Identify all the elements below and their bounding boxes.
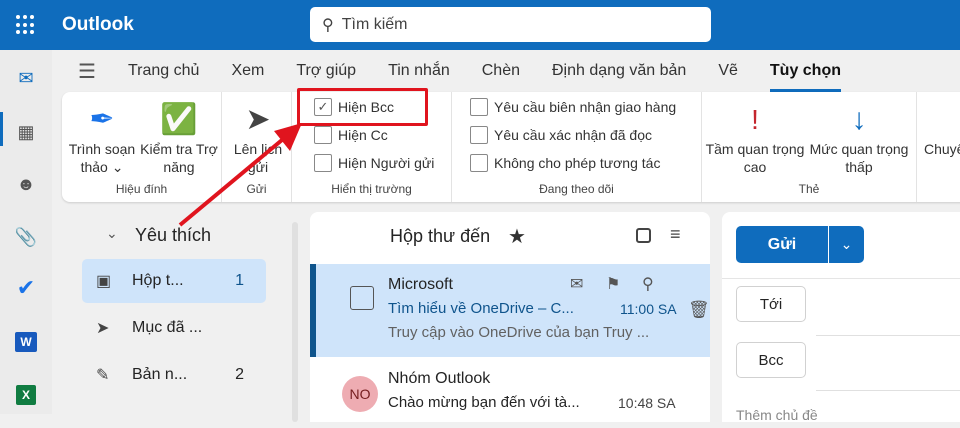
to-input[interactable]	[816, 335, 960, 336]
app-title: Outlook	[62, 14, 134, 35]
group-label: Thẻ	[798, 182, 820, 196]
time: 10:48 SA	[618, 395, 676, 411]
search-input[interactable]: ⚲ Tìm kiếm	[310, 7, 711, 42]
folder-inbox[interactable]: ▣ Hộp t... 1	[82, 259, 266, 303]
app-rail: ✉ ▦ ☻ 📎 ✔ W X	[0, 50, 52, 414]
tab-insert[interactable]: Chèn	[466, 62, 536, 80]
group-label: Hiển thị trường	[331, 182, 412, 196]
folder-scrollbar[interactable]	[290, 212, 300, 422]
group-label: Đang theo dõi	[539, 182, 614, 196]
people-icon[interactable]: ☻	[14, 172, 38, 196]
compose-pane: Gửi ⌄ Tới Bcc Thêm chủ đề	[722, 212, 960, 423]
to-button[interactable]: Tới	[736, 286, 806, 322]
editor-label-2: thảo ⌄	[80, 159, 124, 175]
select-mode-icon[interactable]	[636, 228, 651, 243]
subject: Tìm hiểu về OneDrive – C...	[388, 300, 574, 317]
unread-count: 1	[235, 272, 244, 289]
tab-home[interactable]: Trang chủ	[112, 62, 215, 80]
delete-icon[interactable]: 🗑	[688, 300, 710, 320]
show-cc-checkbox[interactable]: Hiện Cc	[314, 126, 388, 144]
message-checkbox[interactable]	[350, 286, 374, 310]
excel-icon[interactable]: X	[14, 383, 38, 407]
high-label-2: cao	[743, 159, 767, 175]
checkbox-label: Hiện Cc	[338, 127, 388, 143]
sender: Microsoft	[388, 276, 453, 293]
tab-view[interactable]: Xem	[215, 62, 280, 80]
low-label: Mức quan trọng	[809, 141, 909, 157]
editor-button[interactable]: ✒ Trình soạn thảo ⌄	[66, 100, 138, 176]
read-receipt-checkbox[interactable]: Yêu cầu xác nhận đã đọc	[470, 126, 652, 144]
tab-format-text[interactable]: Định dạng văn bản	[536, 62, 702, 80]
disallow-reactions-checkbox[interactable]: Không cho phép tương tác	[470, 154, 660, 172]
folder-label: Bản n...	[132, 366, 188, 383]
folder-drafts[interactable]: ✎ Bản n... 2	[82, 353, 266, 397]
pin-icon[interactable]: ⚲	[642, 274, 654, 294]
tab-draw[interactable]: Vẽ	[702, 62, 754, 80]
search-placeholder: Tìm kiếm	[341, 15, 408, 33]
attachment-icon[interactable]: 📎	[14, 225, 38, 249]
word-icon[interactable]: W	[14, 330, 38, 354]
ribbon-tabs: ☰ Trang chủ Xem Trợ giúp Tin nhắn Chèn Đ…	[62, 50, 857, 92]
folder-pane: ⌄ Yêu thích ▣ Hộp t... 1 ➤ Mục đã ... ✎ Bản …	[62, 205, 290, 414]
sender: Nhóm Outlook	[388, 370, 491, 387]
checkbox-label: Yêu cầu biên nhận giao hàng	[494, 99, 677, 115]
tab-message[interactable]: Tin nhắn	[372, 62, 466, 80]
group-tags: ! Tầm quan trọng cao ↓ Mức quan trọng th…	[702, 92, 917, 202]
arrow-down-icon: ↓	[851, 103, 867, 136]
delivery-receipt-checkbox[interactable]: Yêu cầu biên nhận giao hàng	[470, 98, 676, 116]
exclamation-icon: !	[751, 104, 759, 135]
chevron-down-icon[interactable]: ⌄	[106, 225, 118, 242]
editor-pen-icon: ✒	[89, 103, 115, 136]
more-button[interactable]: Chuyể	[924, 140, 960, 158]
highlight-box	[297, 88, 428, 126]
send-icon: ➤	[96, 320, 110, 337]
high-label: Tầm quan trọng	[705, 141, 805, 157]
top-bar: Outlook ⚲ Tìm kiếm	[0, 0, 960, 50]
flag-icon[interactable]: ⚑	[606, 274, 620, 294]
message-item[interactable]: Microsoft ✉ ⚑ ⚲ Tìm hiểu về OneDrive – C…	[310, 264, 710, 357]
preview: Truy cập vào OneDrive của bạn Truy ...	[388, 324, 650, 341]
inbox-icon: ▣	[96, 273, 112, 290]
send-button[interactable]: Gửi	[736, 226, 828, 263]
active-indicator	[0, 112, 3, 146]
subject-input[interactable]: Thêm chủ đề	[736, 407, 818, 423]
draft-pencil-icon: ✎	[96, 367, 110, 384]
low-label-2: thấp	[845, 159, 873, 175]
mail-icon[interactable]: ✉	[14, 66, 38, 90]
checkbox-label: Hiện Người gửi	[338, 155, 435, 171]
avatar: NO	[342, 376, 378, 412]
high-importance-button[interactable]: ! Tầm quan trọng cao	[702, 100, 808, 176]
filter-icon[interactable]: ≡	[670, 224, 681, 245]
calendar-icon[interactable]: ▦	[14, 120, 38, 144]
time: 11:00 SA	[620, 301, 677, 317]
group-tracking: Yêu cầu biên nhận giao hàng Yêu cầu xác …	[452, 92, 702, 202]
bcc-button[interactable]: Bcc	[736, 342, 806, 378]
checkbox-label: Không cho phép tương tác	[494, 155, 661, 171]
search-icon: ⚲	[322, 16, 334, 34]
menu-icon[interactable]: ☰	[62, 59, 112, 84]
folder-label: Hộp t...	[132, 272, 184, 289]
subject: Chào mừng bạn đến với tà...	[388, 394, 580, 411]
message-item[interactable]: NO Nhóm Outlook Chào mừng bạn đến với tà…	[310, 358, 710, 428]
favorites-header[interactable]: Yêu thích	[135, 225, 211, 246]
checkbox-label: Yêu cầu xác nhận đã đọc	[494, 127, 653, 143]
app-launcher-icon[interactable]	[16, 15, 36, 35]
favorite-star-icon[interactable]: ★	[508, 224, 526, 249]
send-options-chevron-icon[interactable]: ⌄	[828, 226, 864, 263]
list-title: Hộp thư đến	[390, 226, 491, 246]
tab-options[interactable]: Tùy chọn	[754, 62, 857, 92]
todo-icon[interactable]: ✔	[14, 275, 38, 300]
show-from-checkbox[interactable]: Hiện Người gửi	[314, 154, 434, 172]
folder-label: Mục đã ...	[132, 319, 203, 336]
mark-read-icon[interactable]: ✉	[570, 274, 583, 294]
draft-count: 2	[235, 366, 244, 383]
divider	[722, 278, 960, 279]
bcc-input[interactable]	[816, 390, 960, 391]
message-list: Hộp thư đến ★ ≡ Microsoft ✉ ⚑ ⚲ Tìm hiểu…	[310, 212, 710, 422]
tab-help[interactable]: Trợ giúp	[280, 62, 372, 80]
editor-label: Trình soạn	[68, 141, 136, 157]
low-importance-button[interactable]: ↓ Mức quan trọng thấp	[806, 100, 912, 176]
folder-sent[interactable]: ➤ Mục đã ...	[82, 306, 266, 350]
